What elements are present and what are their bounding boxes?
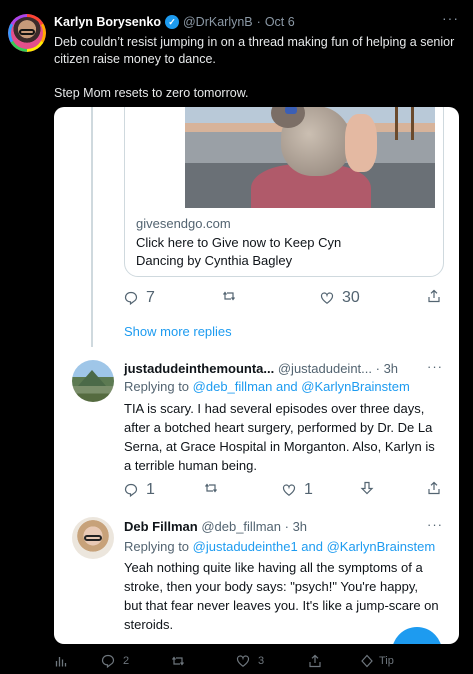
heart-icon	[282, 483, 296, 497]
reply-count: 1	[146, 481, 155, 498]
reply-icon	[124, 291, 138, 305]
avatar-glasses	[84, 535, 102, 541]
avatar-glasses	[19, 29, 35, 35]
tweet-header: Karlyn Borysenko ✓ @DrKarlynB · Oct 6	[54, 15, 295, 29]
palm-tree	[411, 107, 414, 140]
tip-button[interactable]: Tip	[360, 654, 394, 668]
reply-author-name[interactable]: Deb Fillman	[124, 519, 198, 534]
tweet-actions: 2 3 Tip	[0, 650, 473, 674]
tip-label: Tip	[379, 655, 394, 667]
reply-text: Yeah nothing quite like having all the s…	[124, 560, 439, 632]
tweet-date[interactable]: Oct 6	[265, 15, 295, 29]
show-more-replies-link[interactable]: Show more replies	[124, 324, 232, 339]
reply-time[interactable]: · 3h	[285, 519, 307, 534]
like-button[interactable]: 3	[236, 654, 264, 668]
reply-icon	[101, 654, 115, 668]
like-button[interactable]: 1	[282, 481, 313, 499]
palm-tree	[395, 107, 398, 140]
reply-author-handle[interactable]: @justadudeint...	[278, 361, 372, 376]
heart-icon	[320, 291, 334, 305]
replying-to-handles[interactable]: @justadudeinthe1 and @KarlynBrainstem	[193, 539, 435, 554]
woman-face	[345, 114, 377, 172]
retweet-icon	[171, 654, 185, 668]
reply-author-name[interactable]: justadudeinthemounta...	[124, 361, 274, 376]
retweet-icon	[222, 289, 236, 303]
reply-count: 7	[146, 289, 155, 306]
reply-author-handle[interactable]: @deb_fillman	[201, 519, 281, 534]
share-button[interactable]	[427, 481, 441, 495]
replying-to: Replying to @deb_fillman and @KarlynBrai…	[124, 379, 410, 394]
separator-dot: ·	[256, 15, 261, 29]
tip-icon	[360, 654, 374, 668]
reply-more-icon[interactable]: ···	[427, 359, 443, 374]
analytics-icon	[54, 654, 68, 668]
retweet-button[interactable]	[222, 289, 236, 303]
reply-count: 2	[123, 655, 130, 667]
attached-screenshot[interactable]: givesendgo.com Click here to Give now to…	[54, 107, 459, 644]
hair-clip	[285, 107, 297, 114]
reply-button[interactable]: 2	[101, 654, 129, 668]
reply-button[interactable]: 1	[124, 481, 155, 499]
analytics-button[interactable]	[54, 654, 68, 668]
thread-gap-dots	[91, 312, 93, 340]
reply-button[interactable]: 7	[124, 289, 155, 307]
replying-prefix: Replying to	[124, 539, 190, 554]
link-preview-image	[185, 107, 435, 208]
reply-avatar[interactable]	[72, 517, 114, 559]
tweet-text: Deb couldn’t resist jumping in on a thre…	[54, 34, 459, 102]
mountain-shape	[78, 370, 106, 386]
more-options-icon[interactable]: ···	[442, 10, 459, 26]
link-domain: givesendgo.com	[136, 216, 231, 231]
author-avatar[interactable]	[8, 14, 46, 52]
like-count: 1	[304, 481, 313, 498]
reply-icon	[124, 483, 138, 497]
downvote-button[interactable]	[360, 481, 374, 495]
reply-header: Deb Fillman @deb_fillman · 3h	[124, 519, 307, 534]
retweet-icon	[204, 481, 218, 495]
like-button[interactable]: 30	[320, 289, 360, 307]
reply-avatar[interactable]	[72, 360, 114, 402]
link-title: Click here to Give now to Keep Cyn Danci…	[136, 235, 342, 268]
thread-line	[91, 107, 93, 347]
retweet-button[interactable]	[204, 481, 218, 495]
share-icon	[427, 481, 441, 495]
like-count: 30	[342, 289, 360, 306]
replying-to: Replying to @justadudeinthe1 and @Karlyn…	[124, 539, 435, 554]
share-button[interactable]	[308, 654, 322, 668]
heart-icon	[236, 654, 250, 668]
reply-text: TIA is scary. I had several episodes ove…	[124, 401, 435, 473]
link-preview-card: givesendgo.com Click here to Give now to…	[124, 107, 444, 277]
reply-more-icon[interactable]: ···	[427, 517, 443, 532]
like-count: 3	[258, 655, 265, 667]
tweet-text-line-2: Step Mom resets to zero tomorrow.	[54, 86, 249, 100]
reply-time[interactable]: · 3h	[376, 361, 398, 376]
share-button[interactable]	[427, 289, 441, 303]
retweet-button[interactable]	[171, 654, 185, 668]
author-handle[interactable]: @DrKarlynB	[183, 15, 253, 29]
replying-to-handles[interactable]: @deb_fillman and @KarlynBrainstem	[193, 379, 410, 394]
verified-badge-icon: ✓	[164, 15, 179, 29]
share-icon	[427, 289, 441, 303]
downvote-icon	[360, 481, 374, 495]
tweet-text-line-1: Deb couldn’t resist jumping in on a thre…	[54, 35, 455, 66]
replying-prefix: Replying to	[124, 379, 190, 394]
reply-header: justadudeinthemounta... @justadudeint...…	[124, 361, 398, 376]
share-icon	[308, 654, 322, 668]
author-name[interactable]: Karlyn Borysenko	[54, 15, 161, 29]
